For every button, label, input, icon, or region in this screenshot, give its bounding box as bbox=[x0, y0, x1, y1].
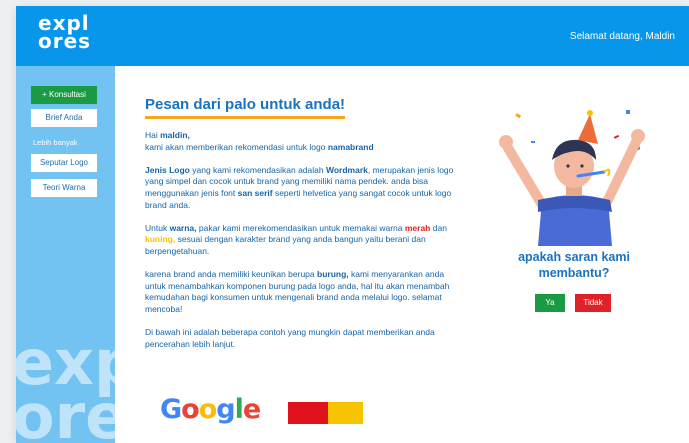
text-span: Untuk bbox=[145, 222, 170, 233]
sidebar: + Konsultasi Brief Anda Lebih banyak Sep… bbox=[16, 66, 115, 443]
google-logo-letter: e bbox=[242, 394, 261, 425]
google-logo-letter: o bbox=[198, 394, 218, 425]
app-window: expl ores Selamat datang, Maldin + Konsu… bbox=[16, 6, 689, 443]
red-color-swatch bbox=[288, 402, 328, 424]
google-logo-letter: G bbox=[160, 394, 182, 425]
text-span: yang kami rekomendasikan adalah bbox=[189, 164, 326, 175]
brand-name: namabrand bbox=[327, 141, 374, 152]
sidebar-section-label: Lebih banyak bbox=[33, 138, 78, 147]
text-hai: Hai bbox=[145, 130, 161, 140]
feedback-question: apakah saran kami membantu? bbox=[518, 250, 630, 280]
no-button[interactable]: Tidak bbox=[575, 294, 611, 312]
bird-paragraph: karena brand anda memiliki keunikan beru… bbox=[145, 269, 465, 315]
google-logo-example: Google bbox=[160, 394, 261, 425]
text-warna: warna, bbox=[169, 222, 197, 233]
text-kuning: kuning, bbox=[145, 234, 176, 245]
main-content: Pesan dari palo untuk anda! Hai maldin, … bbox=[115, 66, 689, 443]
yellow-color-swatch bbox=[328, 402, 363, 424]
logo-line-2: ores bbox=[38, 29, 92, 53]
text-intro: kami akan memberikan rekomendasi untuk l… bbox=[145, 141, 328, 152]
sidebar-item-teori-warna[interactable]: Teori Warna bbox=[31, 179, 97, 197]
user-name: maldin, bbox=[160, 130, 190, 140]
text-span: dan bbox=[430, 222, 447, 233]
text-span: pakar kami merekomendasikan untuk memaka… bbox=[196, 222, 405, 233]
text-jenis-logo: Jenis Logo bbox=[145, 164, 190, 175]
celebrating-person-illustration bbox=[499, 110, 645, 246]
recommendation-text: Hai maldin, kami akan memberikan rekomen… bbox=[145, 130, 465, 362]
text-san-serif: san serif bbox=[237, 187, 273, 198]
text-span: karena brand anda memiliki keunikan beru… bbox=[145, 269, 317, 280]
google-logo-letter: l bbox=[234, 394, 244, 425]
google-logo-letter: o bbox=[181, 394, 200, 425]
examples-paragraph: Di bawah ini adalah beberapa contoh yang… bbox=[145, 327, 435, 349]
yes-button[interactable]: Ya bbox=[535, 294, 565, 312]
logo-type-paragraph: Jenis Logo yang kami rekomendasikan adal… bbox=[145, 165, 465, 211]
text-wordmark: Wordmark bbox=[325, 164, 368, 175]
konsultasi-button[interactable]: + Konsultasi bbox=[31, 86, 97, 104]
watermark-line-2: ores bbox=[16, 380, 115, 443]
sidebar-item-seputar-logo[interactable]: Seputar Logo bbox=[31, 154, 97, 172]
feedback-panel: apakah saran kami membantu? Ya Tidak bbox=[480, 96, 668, 396]
google-logo-letter: g bbox=[216, 394, 235, 425]
text-burung: burung, bbox=[317, 269, 349, 280]
sidebar-item-brief-anda[interactable]: Brief Anda bbox=[31, 109, 97, 127]
app-logo[interactable]: expl ores bbox=[38, 13, 92, 53]
greeting-text: Selamat datang, Maldin bbox=[569, 31, 675, 42]
color-paragraph: Untuk warna, pakar kami merekomendasikan… bbox=[145, 223, 465, 258]
greeting-paragraph: Hai maldin, kami akan memberikan rekomen… bbox=[145, 130, 465, 153]
sidebar-watermark: expl ores bbox=[16, 332, 115, 443]
page-title: Pesan dari palo untuk anda! bbox=[145, 96, 346, 119]
text-span: sesuai dengan karakter brand yang anda b… bbox=[145, 234, 426, 256]
text-merah: merah bbox=[404, 222, 431, 233]
top-header: expl ores Selamat datang, Maldin bbox=[16, 6, 689, 66]
